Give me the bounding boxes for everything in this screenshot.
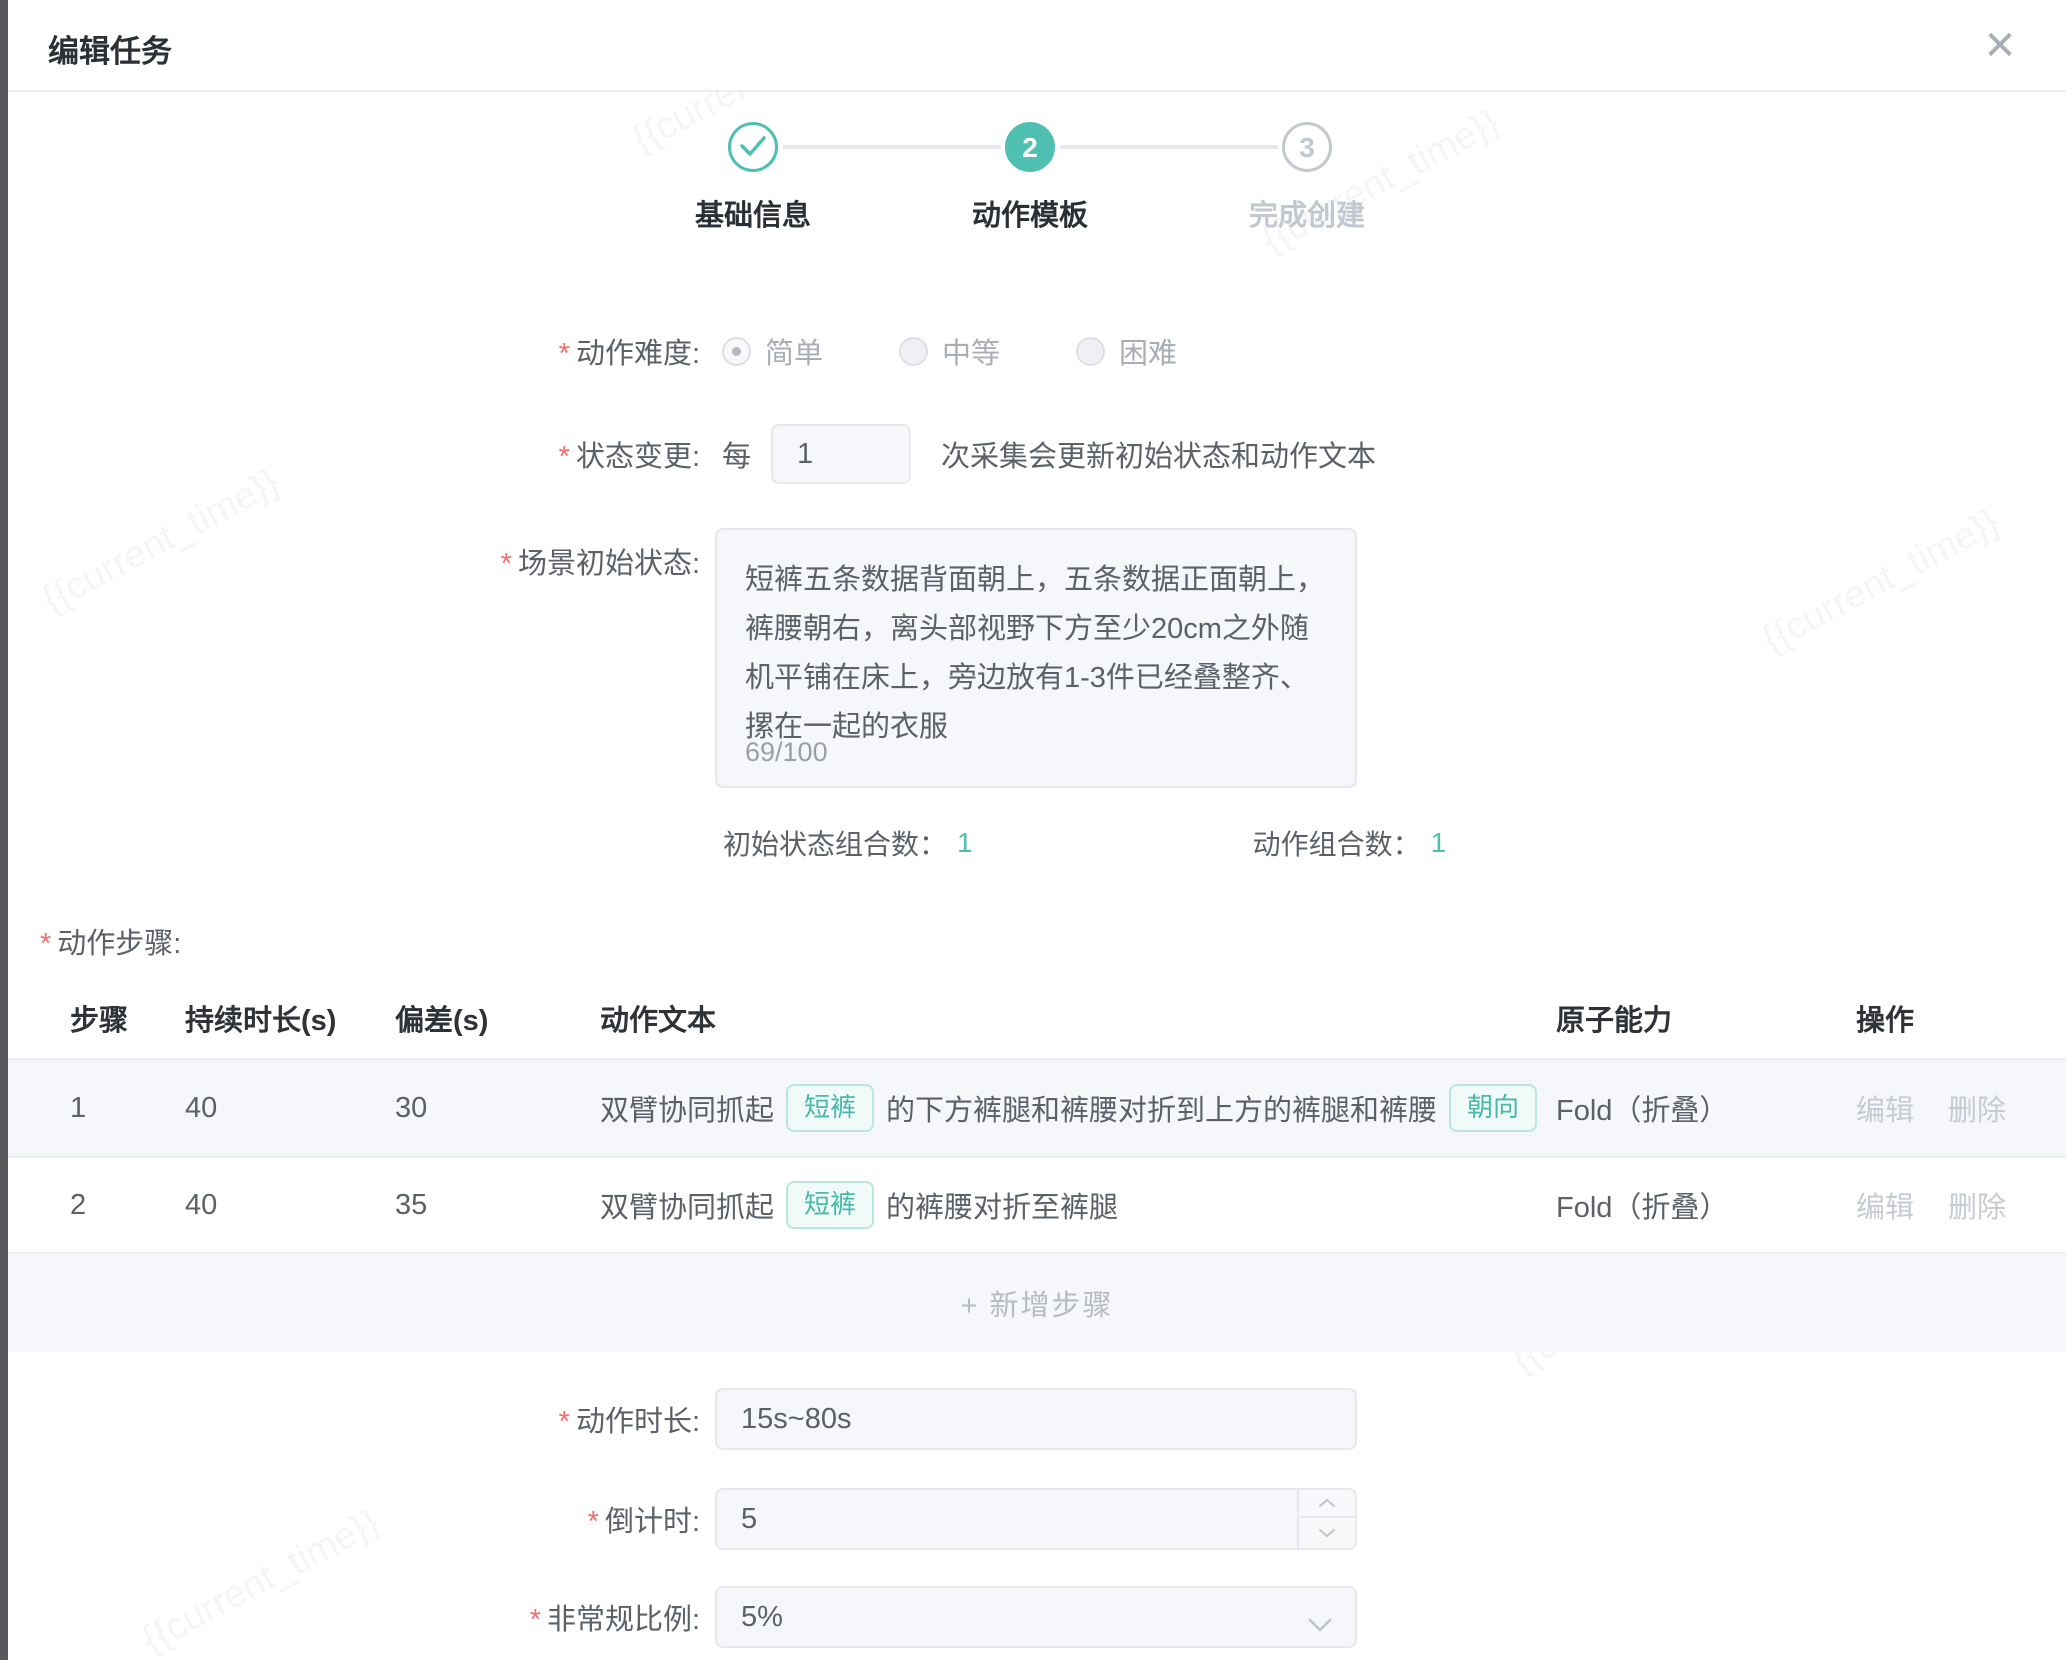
close-icon[interactable]: ✕ [1976,22,2024,70]
required-mark: * [588,1506,599,1538]
spinner-up-icon[interactable] [1299,1490,1355,1518]
required-mark: * [530,1604,541,1636]
initial-combo-count: 初始状态组合数： 1 [723,823,973,863]
col-header-step: 步骤 [70,997,185,1039]
col-header-ops: 操作 [1856,997,2066,1039]
countdown-row: *倒计时: [8,1488,2066,1550]
radio-medium-circle[interactable] [899,337,928,366]
action-text-segment: 双臂协同抓起 [600,1087,774,1129]
cell-deviation: 35 [395,1189,600,1222]
object-tag: 短裤 [786,1084,874,1132]
table-row: 2 40 35 双臂协同抓起 短裤 的裤腰对折至裤腿 Fold（折叠） 编辑 删… [8,1158,2066,1254]
cell-step: 2 [70,1189,185,1222]
col-header-text: 动作文本 [600,997,1556,1039]
orientation-tag: 朝向 [1449,1084,1537,1132]
stepper-step-3-label: 完成创建 [1177,192,1437,234]
radio-easy-label: 简单 [765,330,823,372]
cell-deviation: 30 [395,1092,600,1125]
state-change-suffix: 次采集会更新初始状态和动作文本 [941,433,1376,475]
delete-button[interactable]: 删除 [1948,1087,2006,1129]
difficulty-label: *动作难度: [8,330,700,372]
radio-easy-circle[interactable] [722,337,751,366]
duration-input[interactable] [715,1388,1357,1450]
dialog-header: 编辑任务 ✕ [8,0,2066,92]
countdown-input[interactable] [715,1488,1357,1550]
background-page-edge [0,0,8,1660]
stepper-step-2-circle: 2 [1005,122,1055,172]
stepper-step-1-circle [728,122,778,172]
required-mark: * [40,928,51,960]
unusual-ratio-value: 5% [741,1601,783,1634]
cell-step: 1 [70,1092,185,1125]
initial-combo-value: 1 [957,827,973,859]
radio-medium[interactable]: 中等 [899,330,1000,372]
cell-ops: 编辑 删除 [1856,1087,2066,1129]
cell-action-text: 双臂协同抓起 短裤 的裤腰对折至裤腿 [600,1181,1556,1229]
unusual-ratio-select[interactable]: 5% [715,1586,1357,1648]
required-mark: * [501,548,512,580]
cell-ability: Fold（折叠） [1556,1087,1856,1129]
edit-button[interactable]: 编辑 [1856,1087,1914,1129]
col-header-duration: 持续时长(s) [185,997,395,1039]
stepper-connector [1060,145,1278,149]
cell-duration: 40 [185,1189,395,1222]
cell-action-text: 双臂协同抓起 短裤 的下方裤腿和裤腰对折到上方的裤腿和裤腰 朝向 [600,1084,1556,1132]
radio-hard-circle[interactable] [1076,337,1105,366]
initial-state-row: *场景初始状态: 短裤五条数据背面朝上，五条数据正面朝上，裤腰朝右，离头部视野下… [8,528,2066,788]
char-counter: 69/100 [745,737,828,768]
number-spinner [1297,1490,1355,1548]
radio-medium-label: 中等 [942,330,1000,372]
duration-label: *动作时长: [8,1398,700,1440]
initial-state-textarea[interactable]: 短裤五条数据背面朝上，五条数据正面朝上，裤腰朝右，离头部视野下方至少20cm之外… [715,528,1357,788]
action-steps-section-label: *动作步骤: [40,920,181,962]
cell-duration: 40 [185,1092,395,1125]
dialog-title: 编辑任务 [48,26,172,71]
state-change-row: *状态变更: 每 次采集会更新初始状态和动作文本 [8,424,2066,484]
required-mark: * [559,1406,570,1438]
radio-hard[interactable]: 困难 [1076,330,1177,372]
radio-hard-label: 困难 [1119,330,1177,372]
difficulty-row: *动作难度: 简单 中等 困难 [8,322,2066,380]
chevron-down-icon [1307,1608,1333,1641]
object-tag: 短裤 [786,1181,874,1229]
action-combo-value: 1 [1431,827,1447,859]
stepper-step-3-circle: 3 [1282,122,1332,172]
initial-state-text: 短裤五条数据背面朝上，五条数据正面朝上，裤腰朝右，离头部视野下方至少20cm之外… [745,556,1327,752]
required-mark: * [559,441,570,473]
cell-ops: 编辑 删除 [1856,1184,2066,1226]
initial-state-label: *场景初始状态: [8,528,700,582]
add-step-button[interactable]: + 新增步骤 [961,1282,1114,1324]
spinner-down-icon[interactable] [1299,1518,1355,1547]
required-mark: * [559,338,570,370]
edit-button[interactable]: 编辑 [1856,1184,1914,1226]
action-text-segment: 双臂协同抓起 [600,1184,774,1226]
radio-easy[interactable]: 简单 [722,330,823,372]
check-icon [740,135,766,157]
unusual-ratio-label: *非常规比例: [8,1596,700,1638]
col-header-ability: 原子能力 [1556,997,1856,1039]
unusual-ratio-row: *非常规比例: 5% [8,1586,2066,1648]
countdown-label: *倒计时: [8,1498,700,1540]
action-steps-table: 步骤 持续时长(s) 偏差(s) 动作文本 原子能力 操作 1 40 30 双臂… [8,978,2066,1352]
action-text-segment: 的下方裤腿和裤腰对折到上方的裤腿和裤腰 [886,1087,1437,1129]
col-header-deviation: 偏差(s) [395,997,600,1039]
countdown-number-input [715,1488,1357,1550]
duration-row: *动作时长: [8,1388,2066,1450]
state-change-prefix: 每 [722,433,751,475]
action-text-segment: 的裤腰对折至裤腿 [886,1184,1118,1226]
action-combo-count: 动作组合数： 1 [1253,823,1447,863]
table-header-row: 步骤 持续时长(s) 偏差(s) 动作文本 原子能力 操作 [8,978,2066,1060]
stepper-step-2-label: 动作模板 [900,192,1160,234]
delete-button[interactable]: 删除 [1948,1184,2006,1226]
state-change-input[interactable] [771,424,911,484]
stepper-connector [783,145,1001,149]
stepper-step-1-label: 基础信息 [623,192,883,234]
state-change-label: *状态变更: [8,433,700,475]
combo-counts-row: 初始状态组合数： 1 动作组合数： 1 [8,822,2066,864]
add-step-row: + 新增步骤 [8,1254,2066,1352]
difficulty-radio-group: 简单 中等 困难 [722,330,1253,372]
cell-ability: Fold（折叠） [1556,1184,1856,1226]
table-row: 1 40 30 双臂协同抓起 短裤 的下方裤腿和裤腰对折到上方的裤腿和裤腰 朝向… [8,1060,2066,1158]
